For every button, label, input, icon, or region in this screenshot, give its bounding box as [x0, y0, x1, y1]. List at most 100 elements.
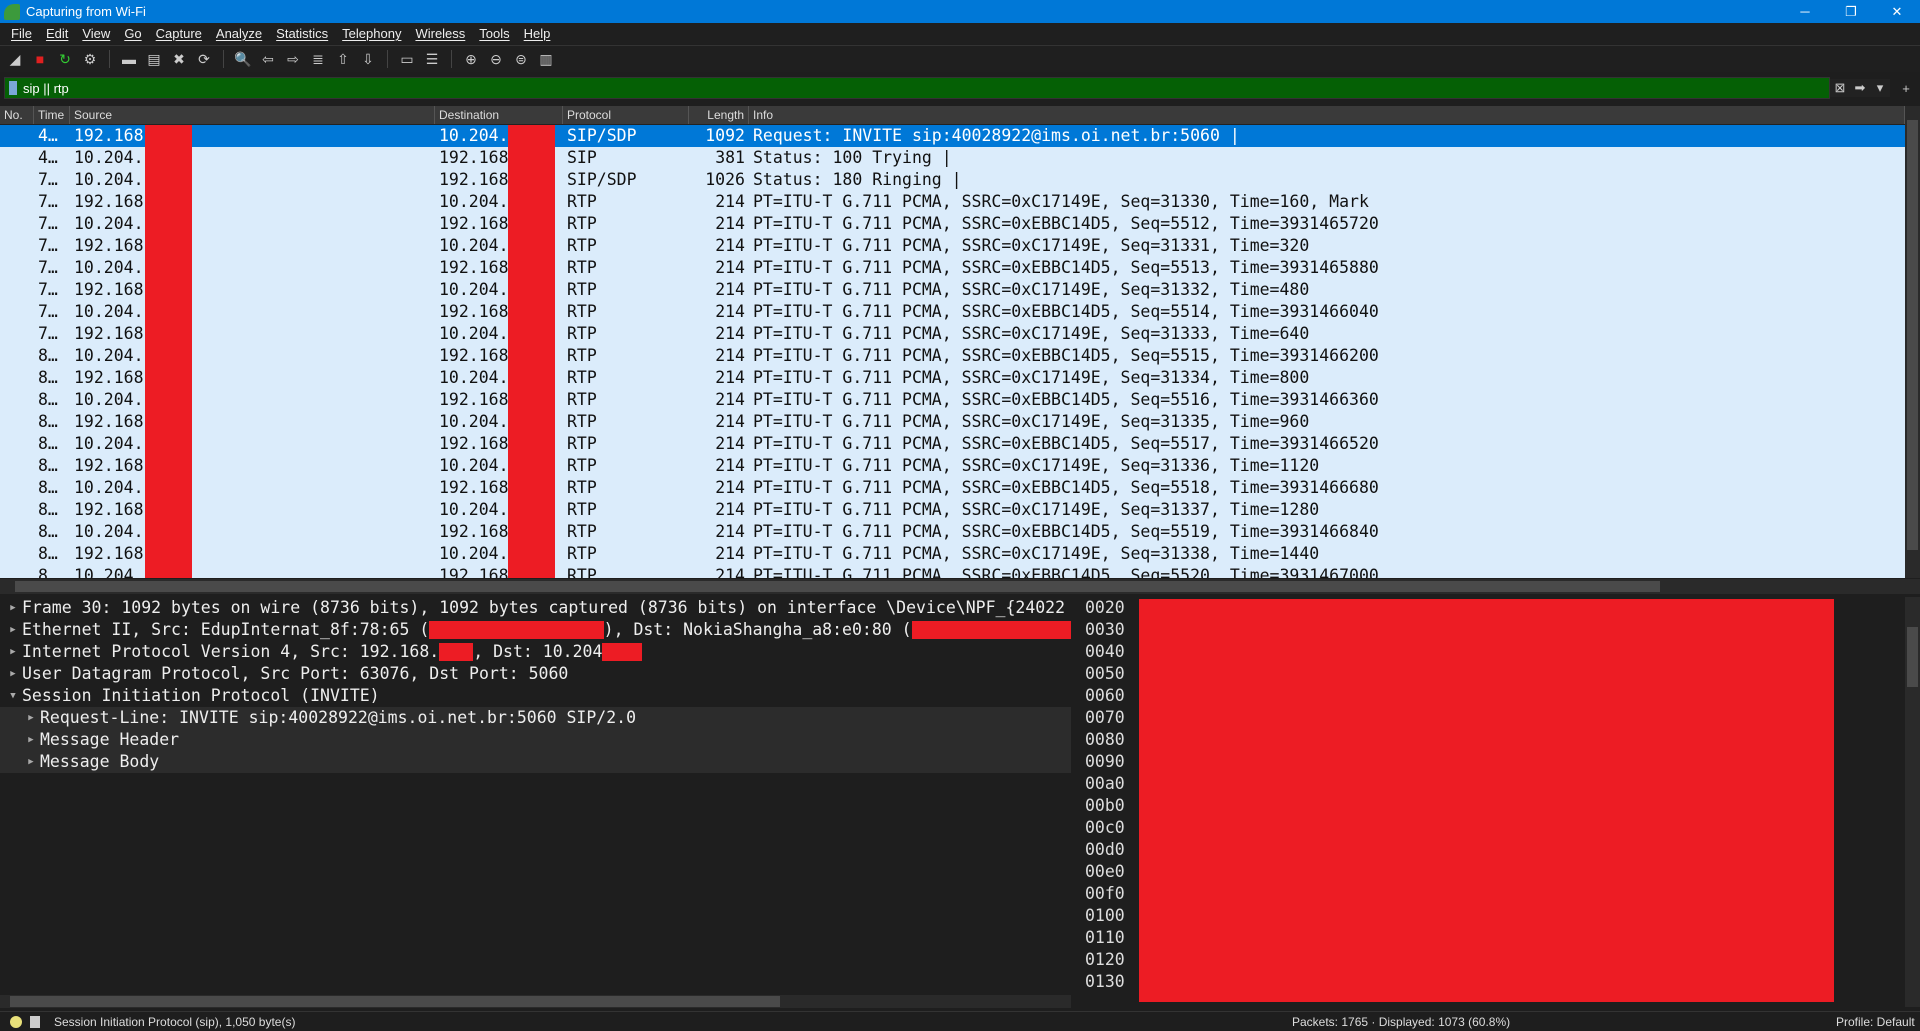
detail-tree-item[interactable]: ▶ Frame 30: 1092 bytes on wire (8736 bits… [0, 597, 1071, 619]
go-to-packet-icon[interactable]: ≣ [309, 50, 327, 68]
column-header-time[interactable]: Time [34, 106, 70, 124]
menu-wireless[interactable]: Wireless [408, 26, 472, 41]
start-capture-icon[interactable]: ◢ [6, 50, 24, 68]
packet-row[interactable]: 8… 192.168 10.204. RTP 214 PT=ITU-T G.711 PCM… [0, 543, 1905, 565]
zoom-normal-icon[interactable]: ⊜ [512, 50, 530, 68]
go-last-icon[interactable]: ⇩ [359, 50, 377, 68]
packet-row[interactable]: 8… 10.204. 192.168 RTP 214 PT=ITU-T G.711 PCM… [0, 565, 1905, 578]
colorize-icon[interactable]: ☰ [423, 50, 441, 68]
collapsed-arrow-icon[interactable]: ▶ [4, 597, 22, 619]
collapsed-arrow-icon[interactable]: ▶ [22, 729, 40, 751]
close-button[interactable]: ✕ [1874, 0, 1920, 23]
detail-tree-item[interactable]: ▶ Request-Line: INVITE sip:40028922@ims.o… [0, 707, 1071, 729]
apply-filter-icon[interactable]: ➡ [1850, 79, 1870, 97]
minimize-button[interactable]: ─ [1782, 0, 1828, 23]
expanded-arrow-icon[interactable]: ▼ [4, 685, 22, 707]
cell-info: PT=ITU-T G.711 PCMA, SSRC=0xC17149E, Seq… [753, 236, 1310, 255]
close-file-icon[interactable]: ✖ [170, 50, 188, 68]
go-first-icon[interactable]: ⇧ [334, 50, 352, 68]
packet-row[interactable]: 7… 10.204. 192.168 RTP 214 PT=ITU-T G.711 PCM… [0, 213, 1905, 235]
go-back-icon[interactable]: ⇦ [259, 50, 277, 68]
packet-row[interactable]: 7… 192.168 10.204. RTP 214 PT=ITU-T G.711 PCM… [0, 191, 1905, 213]
menu-edit[interactable]: Edit [39, 26, 75, 41]
auto-scroll-icon[interactable]: ▭ [398, 50, 416, 68]
filter-history-chevron-down-icon[interactable]: ▾ [1870, 79, 1890, 97]
collapsed-arrow-icon[interactable]: ▶ [22, 751, 40, 773]
filter-text: sip || rtp [23, 80, 69, 96]
packet-row[interactable]: 7… 10.204. 192.168 SIP/SDP 1026 Status: 180 R… [0, 169, 1905, 191]
menu-view[interactable]: View [75, 26, 117, 41]
menu-go[interactable]: Go [117, 26, 148, 41]
profile[interactable]: Profile: Default [1836, 1015, 1915, 1029]
go-forward-icon[interactable]: ⇨ [284, 50, 302, 68]
resize-columns-icon[interactable]: ▥ [537, 50, 555, 68]
reload-file-icon[interactable]: ⟳ [195, 50, 213, 68]
column-header-length[interactable]: Length [689, 106, 749, 124]
zoom-out-icon[interactable]: ⊖ [487, 50, 505, 68]
cell-info: PT=ITU-T G.711 PCMA, SSRC=0xEBBC14D5, Se… [753, 302, 1379, 321]
menu-file[interactable]: File [4, 26, 39, 41]
packet-list-horizontal-scrollbar[interactable] [0, 579, 1920, 594]
packet-row[interactable]: 7… 10.204. 192.168 RTP 214 PT=ITU-T G.711 PCM… [0, 301, 1905, 323]
menu-help[interactable]: Help [517, 26, 558, 41]
display-filter-input[interactable]: sip || rtp [4, 77, 1830, 99]
stop-capture-icon[interactable]: ■ [31, 50, 49, 68]
detail-tree-item[interactable]: ▼ Session Initiation Protocol (INVITE) [0, 685, 1071, 707]
bytes-vertical-scrollbar[interactable] [1905, 597, 1920, 1007]
packet-list-vertical-scrollbar[interactable] [1905, 106, 1920, 578]
collapsed-arrow-icon[interactable]: ▶ [4, 641, 22, 663]
packet-row[interactable]: 8… 10.204. 192.168 RTP 214 PT=ITU-T G.711 PCM… [0, 521, 1905, 543]
collapsed-arrow-icon[interactable]: ▶ [4, 619, 22, 641]
restart-capture-icon[interactable]: ↻ [56, 50, 74, 68]
redacted-address [508, 125, 555, 578]
packet-row[interactable]: 8… 10.204. 192.168 RTP 214 PT=ITU-T G.711 PCM… [0, 433, 1905, 455]
packet-row[interactable]: 7… 192.168 10.204. RTP 214 PT=ITU-T G.711 PCM… [0, 235, 1905, 257]
cell-protocol: RTP [567, 566, 597, 578]
capture-comment-icon[interactable] [30, 1015, 40, 1028]
packet-row[interactable]: 8… 192.168 10.204. RTP 214 PT=ITU-T G.711 PCM… [0, 455, 1905, 477]
collapsed-arrow-icon[interactable]: ▶ [22, 707, 40, 729]
zoom-in-icon[interactable]: ⊕ [462, 50, 480, 68]
cell-no [0, 169, 34, 191]
packet-row[interactable]: 8… 192.168 10.204. RTP 214 PT=ITU-T G.711 PCM… [0, 367, 1905, 389]
expert-info-icon[interactable] [10, 1015, 22, 1028]
packet-row[interactable]: 8… 10.204. 192.168 RTP 214 PT=ITU-T G.711 PCM… [0, 477, 1905, 499]
collapsed-arrow-icon[interactable]: ▶ [4, 663, 22, 685]
menu-statistics[interactable]: Statistics [269, 26, 335, 41]
packet-row[interactable]: 8… 192.168 10.204. RTP 214 PT=ITU-T G.711 PCM… [0, 411, 1905, 433]
column-header-destination[interactable]: Destination [435, 106, 563, 124]
add-filter-button-icon[interactable]: + [1896, 79, 1916, 97]
open-file-icon[interactable]: ▬ [120, 50, 138, 68]
save-file-icon[interactable]: ▤ [145, 50, 163, 68]
status-bar: Session Initiation Protocol (sip), 1,050… [0, 1011, 1920, 1031]
column-header-protocol[interactable]: Protocol [563, 106, 689, 124]
detail-tree-item[interactable]: ▶ Ethernet II, Src: EdupInternat_8f:78:65… [0, 619, 1071, 641]
detail-tree-item[interactable]: ▶ Message Body [0, 751, 1071, 773]
detail-tree-item[interactable]: ▶ User Datagram Protocol, Src Port: 63076… [0, 663, 1071, 685]
menu-tools[interactable]: Tools [472, 26, 516, 41]
packet-row[interactable]: 7… 192.168 10.204. RTP 214 PT=ITU-T G.711 PCM… [0, 279, 1905, 301]
maximize-button[interactable]: ❐ [1828, 0, 1874, 23]
packet-row[interactable]: 8… 10.204. 192.168 RTP 214 PT=ITU-T G.711 PCM… [0, 345, 1905, 367]
menu-telephony[interactable]: Telephony [335, 26, 408, 41]
packet-row[interactable]: 4… 192.168 10.204. SIP/SDP 1092 Request: INVI… [0, 125, 1905, 147]
capture-options-icon[interactable]: ⚙ [81, 50, 99, 68]
find-packet-icon[interactable]: 🔍 [234, 50, 252, 68]
details-horizontal-scrollbar[interactable] [0, 995, 1071, 1008]
bookmark-icon[interactable] [9, 81, 17, 95]
detail-tree-item[interactable]: ▶ Internet Protocol Version 4, Src: 192.1… [0, 641, 1071, 663]
packet-row[interactable]: 7… 10.204. 192.168 RTP 214 PT=ITU-T G.711 PCM… [0, 257, 1905, 279]
clear-filter-icon[interactable]: ⊠ [1830, 79, 1850, 97]
packet-row[interactable]: 4… 10.204. 192.168 SIP 381 Status: 100 Trying… [0, 147, 1905, 169]
detail-tree-item[interactable]: ▶ Message Header [0, 729, 1071, 751]
column-header-source[interactable]: Source [70, 106, 435, 124]
menu-capture[interactable]: Capture [149, 26, 209, 41]
menu-analyze[interactable]: Analyze [209, 26, 269, 41]
cell-length: 214 [715, 566, 745, 578]
column-header-no[interactable]: No. [0, 106, 34, 124]
packet-row[interactable]: 7… 192.168 10.204. RTP 214 PT=ITU-T G.711 PCM… [0, 323, 1905, 345]
packet-row[interactable]: 8… 192.168 10.204. RTP 214 PT=ITU-T G.711 PCM… [0, 499, 1905, 521]
column-header-info[interactable]: Info [749, 106, 1905, 124]
packet-row[interactable]: 8… 10.204. 192.168 RTP 214 PT=ITU-T G.711 PCM… [0, 389, 1905, 411]
detail-text: Message Header [40, 730, 180, 749]
